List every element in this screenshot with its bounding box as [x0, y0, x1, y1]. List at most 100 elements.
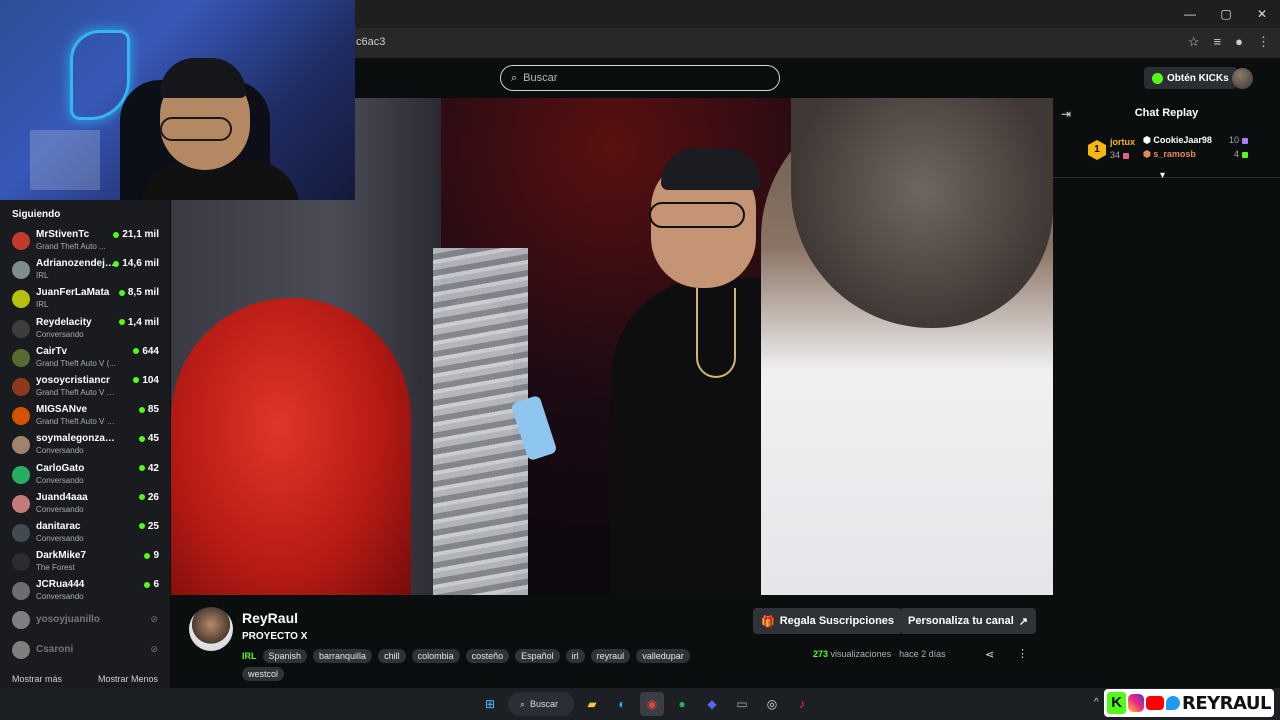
tag-chip[interactable]: costeño [465, 649, 510, 663]
sidebar-channel-item[interactable]: Adrianozendejas IRL 14,6 mil [0, 255, 170, 284]
show-less-link[interactable]: Mostrar Menos [98, 674, 158, 684]
gift-icon: 🎁 [761, 615, 775, 628]
gifter-name: ⬢ s_ramosb [1143, 149, 1196, 159]
taskbar-search[interactable]: ⌕ Buscar [508, 692, 574, 716]
channel-category: Grand Theft Auto V (GTA) [36, 417, 116, 427]
sidebar-channel-item[interactable]: JuanFerLaMata IRL 8,5 mil [0, 284, 170, 313]
windows-start-icon[interactable]: ⊞ [478, 692, 502, 716]
channel-avatar [12, 582, 30, 601]
channel-avatar [12, 523, 30, 542]
taskbar-search-label: Buscar [530, 699, 559, 709]
tag-chip[interactable]: barranquilla [313, 649, 373, 663]
search-icon: ⌕ [511, 71, 518, 84]
customize-channel-button[interactable]: Personaliza tu canal ↗ [900, 608, 1036, 634]
channel-avatar [12, 640, 30, 659]
channel-category: The Forest [36, 563, 75, 573]
webcam-overlay [0, 0, 355, 200]
channel-name: JCRua444 [36, 579, 85, 591]
gifter-row[interactable]: ⬢ s_ramosb 4 [1143, 149, 1248, 160]
sidebar-channel-item[interactable]: DarkMike7 The Forest 9 [0, 547, 170, 576]
viewer-count: 8,5 mil [118, 287, 159, 298]
sidebar-channel-item[interactable]: yosoycristiancr Grand Theft Auto V (G... 1… [0, 372, 170, 401]
tiktok-icon[interactable]: ♪ [790, 692, 814, 716]
gift-icon [1123, 152, 1130, 159]
search-input[interactable] [523, 72, 724, 84]
gifter-row[interactable]: ⬢ CookieJaar98 10 [1143, 135, 1248, 146]
tag-chip[interactable]: valledupar [636, 649, 690, 663]
discord-icon[interactable]: ◆ [700, 692, 724, 716]
tag-chip[interactable]: colombia [411, 649, 460, 663]
viewer-count: 45 [138, 433, 159, 444]
minimize-button[interactable]: — [1172, 0, 1208, 28]
channel-name: Csaroni [36, 643, 74, 655]
category-link[interactable]: IRL [242, 651, 257, 661]
tray-chevron-icon[interactable]: ^ [1094, 697, 1099, 708]
show-more-link[interactable]: Mostrar más [12, 674, 62, 684]
tag-chip[interactable]: irl [565, 649, 585, 663]
edge-browser-icon[interactable]: ◐ [610, 692, 634, 716]
views-count: 273 [813, 649, 829, 659]
channel-name[interactable]: ReyRaul [242, 610, 298, 626]
user-avatar[interactable] [1232, 68, 1253, 89]
expand-gifters-icon[interactable]: ▾ [1160, 170, 1165, 181]
channel-avatar[interactable] [189, 607, 233, 651]
browser-menu-icon[interactable]: ⋮ [1257, 34, 1270, 50]
viewer-count: 25 [138, 521, 159, 532]
channel-name: yosoyjuanillo [36, 614, 100, 626]
customize-channel-label: Personaliza tu canal [908, 615, 1014, 627]
chrome-browser-icon[interactable]: ◉ [640, 692, 664, 716]
terminal-icon[interactable]: ▭ [730, 692, 754, 716]
gifter-count: 4 [1234, 149, 1248, 160]
url-text[interactable]: c6ac3 [356, 36, 385, 48]
sidebar-channel-item[interactable]: MIGSANveGrand Theft Auto V (GTA) 85 [0, 401, 170, 430]
sidebar-channel-item[interactable]: danitarac Conversando 25 [0, 518, 170, 547]
channel-avatar [12, 465, 30, 484]
tag-chip[interactable]: Spanish [262, 649, 308, 663]
viewer-count: 644 [133, 346, 159, 357]
sidebar-channel-item[interactable]: soymalegonzalez Conversando 45 [0, 430, 170, 459]
get-kicks-button[interactable]: Obtén KICKs [1144, 67, 1237, 89]
share-icon[interactable]: ⋖ [985, 648, 994, 661]
top-gifter-name[interactable]: jortux [1110, 137, 1135, 147]
live-indicator-icon [133, 348, 140, 355]
media-controls-icon[interactable]: ≡ [1214, 34, 1222, 50]
channel-avatar [12, 553, 30, 572]
viewer-count: 85 [138, 404, 159, 415]
channel-category: Conversando [36, 592, 84, 602]
profile-icon[interactable]: ● [1235, 34, 1243, 50]
sidebar-channel-item[interactable]: CarloGato Conversando 42 [0, 460, 170, 489]
spotify-icon[interactable]: ● [670, 692, 694, 716]
sidebar-offline-item[interactable]: Csaroni ⊘ [0, 635, 170, 664]
tag-chip[interactable]: westcol [242, 667, 285, 681]
vod-stats: 273 visualizaciones hace 2 días [813, 649, 946, 659]
rank-badge: 1 [1088, 140, 1106, 160]
channel-name: JuanFerLaMata [36, 287, 110, 299]
gift-subs-button[interactable]: 🎁 Regala Suscripciones [753, 608, 903, 634]
search-bar[interactable]: ⌕ [500, 65, 780, 91]
sidebar-channel-item[interactable]: Juand4aaa Conversando 26 [0, 489, 170, 518]
channel-name: MIGSANve [36, 404, 88, 416]
sidebar-channel-item[interactable]: MrStivenTc Grand Theft Auto ... 21,1 mil [0, 226, 170, 255]
notifications-off-icon: ⊘ [150, 614, 158, 625]
channel-avatar [12, 377, 30, 396]
app-icon[interactable]: ◎ [760, 692, 784, 716]
maximize-button[interactable]: ▢ [1208, 0, 1244, 28]
browser-toolbar-icons: ☆ ≡ ● ⋮ [1188, 34, 1270, 50]
sidebar-channel-item[interactable]: Reydelacity Conversando 1,4 mil [0, 314, 170, 343]
sidebar-channel-item[interactable]: CairTv Grand Theft Auto V (... 644 [0, 343, 170, 372]
live-indicator-icon [138, 523, 145, 530]
tag-chip[interactable]: reyraul [590, 649, 631, 663]
sidebar-channel-item[interactable]: JCRua444 Conversando 6 [0, 576, 170, 605]
channel-name: Adrianozendejas [36, 258, 116, 270]
close-button[interactable]: ✕ [1244, 0, 1280, 28]
file-explorer-icon[interactable]: ▰ [580, 692, 604, 716]
live-indicator-icon [138, 465, 145, 471]
tag-chip[interactable]: Español [515, 649, 560, 663]
tag-chip[interactable]: chill [378, 649, 406, 663]
channel-avatar [12, 261, 30, 280]
channel-avatar [12, 232, 30, 250]
bookmark-star-icon[interactable]: ☆ [1188, 34, 1200, 50]
more-options-icon[interactable]: ⋮ [1017, 647, 1028, 660]
twitter-logo-icon [1165, 696, 1180, 710]
sidebar-offline-item[interactable]: yosoyjuanillo ⊘ [0, 605, 170, 634]
